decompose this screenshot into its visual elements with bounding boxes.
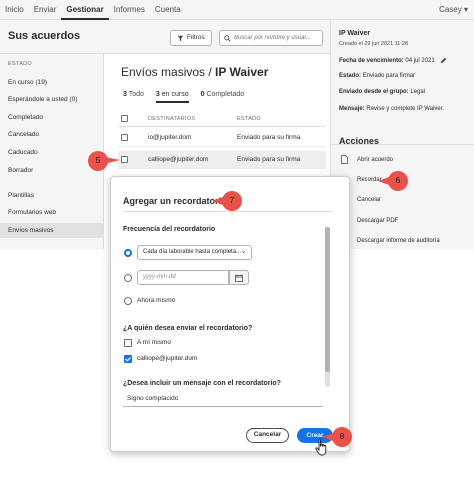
filters-button[interactable]: Filtros [170,30,212,46]
reminder-dialog: Agregar un recordatorio Frecuencia del r… [110,176,350,452]
action-descargar-pdf[interactable]: Descargar PDF [357,218,398,224]
search-icon [224,34,231,42]
row-recipient: io@jupiter.dom [148,134,192,141]
actions-title: Acciones [339,136,380,146]
row-status: Enviado para su firma [237,134,301,141]
callout-5: 5 [88,151,108,171]
calendar-button[interactable] [229,270,249,285]
callout-7: 7 [222,191,242,211]
message-input[interactable]: Signo complacido [123,391,323,407]
hand-cursor-icon [315,438,327,456]
table-row[interactable]: calliope@jupiter.dom Enviado para su fir… [118,151,326,169]
edit-icon[interactable] [440,57,447,64]
callout-6: 6 [388,171,408,191]
dialog-scrollbar[interactable] [325,227,330,387]
sidebar-item-completado[interactable]: Completado [0,110,104,125]
row-recipient: calliope@jupiter.dom [148,156,209,163]
scrollbar-thumb[interactable] [325,227,330,372]
nav-item-enviar[interactable]: Enviar [29,0,62,20]
agreement-details-panel: IP Waiver Creado el 29 jun 2021 11:28 Fe… [330,20,474,249]
user-menu[interactable]: Casey ▾ [439,0,468,20]
frequency-radio-date[interactable] [124,274,132,282]
nav-item-cuenta[interactable]: Cuenta [150,0,186,20]
top-navigation: Inicio Enviar Gestionar Informes Cuenta … [0,0,474,20]
message-label: ¿Desea incluir un mensaje con el recorda… [123,380,281,387]
details-title: IP Waiver [339,30,371,37]
nav-item-inicio[interactable]: Inicio [0,0,29,20]
details-group: Enviado desde el grupo: Legal [339,89,426,95]
frequency-radio-now[interactable] [124,297,132,305]
tab-en-curso[interactable]: 3 en curso [155,91,189,103]
frequency-select-value: Cada día laborable hasta completa... [143,249,242,255]
myself-label: A mí mismo [137,339,171,346]
table-row[interactable]: io@jupiter.dom Enviado para su firma [118,129,326,147]
tab-completado[interactable]: 0 Completado [201,91,245,103]
agreements-header: Sus acuerdos Filtros [0,20,330,54]
bulk-send-title: Envíos masivos / IP Waiver [121,65,268,79]
chevron-down-icon: ⌄ [240,249,246,255]
date-input[interactable]: yyyy-mm-dd [137,270,229,285]
row-status: Enviado para su firma [237,156,301,163]
sidebar-item-formularios-web[interactable]: Formularios web [0,205,104,220]
callout-8: 8 [332,427,352,447]
calendar-icon [235,274,243,282]
tab-todo[interactable]: 3 Todo [123,91,144,103]
check-icon [125,357,131,362]
frequency-label: Frecuencia del recordatorio [123,226,216,233]
select-all-checkbox[interactable] [121,115,128,122]
row-checkbox[interactable] [121,134,128,141]
nav-item-gestionar[interactable]: Gestionar [61,0,109,20]
frequency-radio-recurring[interactable] [124,249,132,257]
details-message: Mensaje: Revise y complete IP Waiver. [339,106,445,112]
recipient-label: calliope@jupiter.dom [137,355,198,362]
dialog-title-divider [123,211,333,212]
sidebar-item-envios-masivos[interactable]: Envíos masivos [0,223,104,238]
sidebar-section-label: ESTADO [8,61,33,67]
table-header: DESTINATARIOS ESTADO [118,111,326,127]
details-expiry: Fecha de vencimiento: 04 jul 2021 [339,57,447,64]
checkbox-recipient[interactable] [124,355,132,363]
action-descargar-informe[interactable]: Descargar informe de auditoría [357,238,440,244]
column-estado: ESTADO [237,116,262,122]
action-cancelar[interactable]: Cancelar [357,197,381,203]
sidebar-item-esperandole[interactable]: Esperándole a usted (0) [0,92,104,107]
dialog-title: Agregar un recordatorio [123,196,227,206]
nav-item-informes[interactable]: Informes [109,0,150,20]
document-icon [341,155,348,164]
title-agreement-name: IP Waiver [215,65,269,79]
cancel-button[interactable]: Cancelar [246,428,289,443]
frequency-select[interactable]: Cada día laborable hasta completa... ⌄ [137,245,252,260]
sidebar-item-cancelado[interactable]: Cancelado [0,127,104,142]
filter-icon [177,35,184,41]
sidebar-item-plantillas[interactable]: Plantillas [0,188,104,203]
action-abrir-acuerdo[interactable]: Abrir acuerdo [357,157,393,163]
column-destinatarios: DESTINATARIOS [148,116,196,122]
details-created: Creado el 29 jun 2021 11:28 [339,41,409,47]
search-box[interactable] [219,30,323,46]
title-prefix: Envíos masivos / [121,65,216,79]
sidebar-item-en-curso[interactable]: En curso (19) [0,75,104,90]
status-tabs: 3 Todo 3 en curso 0 Completado [123,91,244,103]
now-label: Ahora mismo [137,297,176,304]
page-title: Sus acuerdos [8,30,81,42]
details-state: Estado: Enviado para firmar [339,73,416,79]
search-input[interactable] [234,35,320,41]
checkbox-myself[interactable] [124,339,132,347]
filters-label: Filtros [187,34,205,41]
who-label: ¿A quién desea enviar el recordatorio? [123,325,253,332]
status-sidebar: ESTADO En curso (19) Esperándole a usted… [0,54,104,249]
